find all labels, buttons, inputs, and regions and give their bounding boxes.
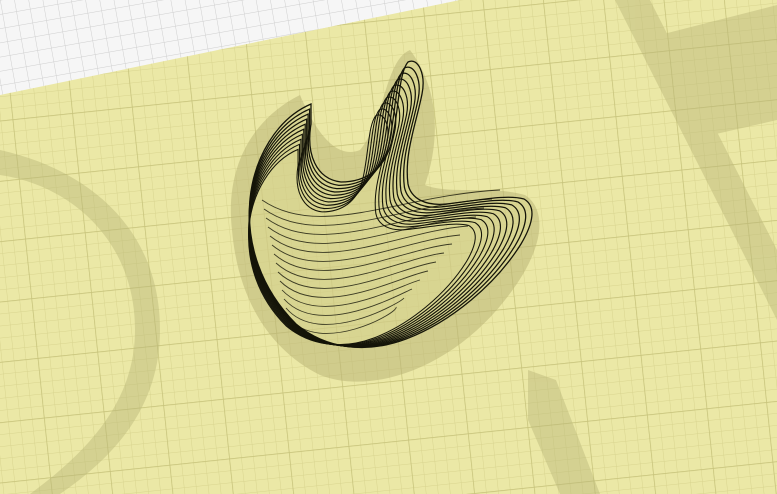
scene-canvas[interactable] bbox=[0, 0, 777, 494]
print-preview-viewport[interactable] bbox=[0, 0, 777, 494]
